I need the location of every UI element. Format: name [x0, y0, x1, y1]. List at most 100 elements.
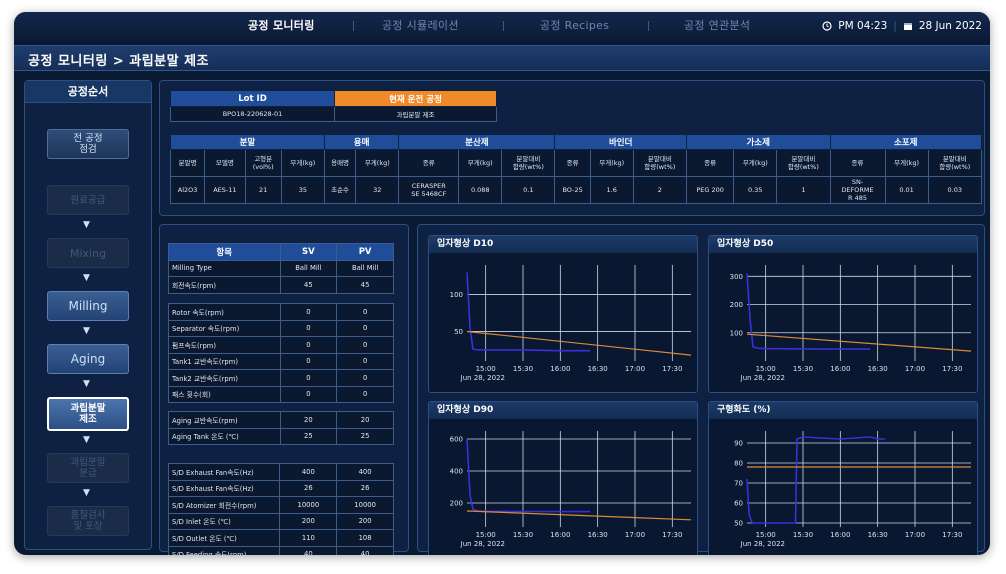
clock-divider: |	[893, 20, 897, 32]
parameter-label: Aging 교반속도(rpm)	[168, 411, 281, 429]
y-tick-label: 400	[450, 468, 463, 476]
material-group-header: 분산제	[398, 134, 556, 150]
material-column-header: 용매명	[323, 149, 357, 177]
material-column-header: 분말명	[169, 149, 206, 177]
parameter-table: S/D Exhaust Fan속도(Hz) 400 400 S/D Exhaust F…	[167, 463, 394, 555]
parameter-row: S/D Exhaust Fan속도(Hz) 400 400	[167, 463, 394, 481]
x-tick-label: 17:00	[625, 531, 645, 539]
x-tick-label: 15:00	[476, 365, 496, 373]
material-column-header: 무게(kg)	[355, 149, 400, 177]
step-mixing[interactable]: Mixing	[47, 238, 129, 268]
step-granule-production[interactable]: 과립분말 제조	[47, 397, 129, 431]
y-tick-label: 60	[734, 500, 743, 508]
parameter-table: 항목 SV PV Milling Type Ball Mill Ball Mill 회전속도…	[168, 243, 394, 294]
parameter-row: Aging Tank 온도 (℃) 25 25	[168, 427, 394, 445]
material-column-header: 종류	[398, 149, 460, 177]
parameter-pv: 400	[336, 463, 394, 481]
step-arrow: ▼	[83, 379, 90, 389]
tab-analysis[interactable]: 공정 연관분석	[684, 12, 750, 40]
parameter-pv: 40	[336, 545, 394, 555]
nav-divider	[648, 21, 649, 31]
material-group-header: 용매	[323, 134, 400, 150]
x-tick-label: 17:30	[662, 531, 682, 539]
parameter-row: Tank2 교반속도(rpm) 0 0	[168, 369, 394, 387]
chart-title: 입자형상 D50	[709, 236, 977, 253]
parameter-sv: 40	[279, 545, 338, 555]
material-column-header: 분말대비 함량(wt%)	[776, 149, 831, 177]
y-tick-label: 100	[730, 329, 743, 337]
parameter-pv: 0	[336, 352, 394, 370]
step-milling[interactable]: Milling	[47, 291, 129, 321]
material-column-header: 종류	[829, 149, 886, 177]
parameter-row: Separator 속도(rpm) 0 0	[168, 319, 394, 337]
parameter-label: 패스 횟수(회)	[168, 385, 281, 403]
parameter-pv: Ball Mill	[336, 259, 394, 277]
parameter-row: Tank1 교반속도(rpm) 0 0	[168, 352, 394, 370]
chart-d90: 입자형상 D90 15:00 15:30 16:00 16:30 17:00 17:30 2…	[428, 401, 698, 555]
parameter-label: S/D Atomizer 회전수(rpm)	[167, 496, 281, 514]
chart-d50-plot: 15:00 15:30 16:00 16:30 17:00 17:30 100 200 300 J…	[730, 265, 972, 382]
material-value-cell: PEG 200	[685, 176, 735, 204]
material-value-cell: 1.6	[589, 176, 634, 204]
current-process-header: 현재 운전 공정	[334, 90, 497, 107]
tab-monitoring[interactable]: 공정 모니터링	[248, 12, 315, 40]
x-tick-label: 16:30	[868, 365, 888, 373]
x-tick-label: 16:00	[550, 531, 570, 539]
parameter-header: 항목	[168, 243, 281, 261]
parameter-pv: 0	[336, 336, 394, 354]
time-text: PM 04:23	[838, 20, 888, 32]
material-group-header: 분말	[170, 134, 325, 150]
material-column-header: 고형분 (vol%)	[244, 149, 282, 177]
step-arrow: ▼	[83, 273, 90, 283]
parameter-label: Milling Type	[168, 259, 281, 277]
material-column-header: 모델명	[204, 149, 246, 177]
x-tick-label: 16:30	[868, 531, 888, 539]
y-tick-label: 50	[734, 520, 743, 528]
step-arrow: ▼	[83, 326, 90, 336]
chart-d90-plot: 15:00 15:30 16:00 16:30 17:00 17:30 200 400 600 J…	[450, 431, 692, 548]
step-arrow: ▼	[83, 220, 90, 230]
x-tick-label: 15:30	[793, 365, 813, 373]
material-column-header: 분말대비 함량(wt%)	[632, 149, 687, 177]
parameter-row: S/D Inlet 온도 (℃) 200 200	[167, 512, 394, 530]
materials-table: 분말 용매 분산제 바인더 가소제 소포제 분말명 모델명 고형분 (vol%) 무게(kg) 용…	[169, 134, 983, 204]
parameter-sv: 25	[279, 427, 338, 445]
y-tick-label: 200	[730, 301, 743, 309]
step-inspection-packaging[interactable]: 품질검사 및 포장	[47, 506, 129, 536]
parameter-pv: 26	[336, 479, 394, 497]
x-tick-label: 17:30	[942, 531, 962, 539]
material-value-cell: 0.1	[501, 176, 556, 204]
x-tick-label: 17:30	[942, 365, 962, 373]
parameter-table: Rotor 속도(rpm) 0 0 Separator 속도(rpm) 0 0 펌프속도(r…	[168, 303, 394, 403]
parameter-label: 펌프속도(rpm)	[168, 336, 281, 354]
chart-d10-plot: 15:00 15:30 16:00 16:30 17:00 17:30 50 100 Jun 2…	[450, 265, 692, 382]
y-tick-label: 70	[734, 480, 743, 488]
x-tick-label: 16:00	[830, 365, 850, 373]
page-title: 공정 모니터링 > 과립분말 제조	[28, 54, 210, 69]
step-raw-material[interactable]: 원료공급	[47, 185, 129, 215]
tab-recipes[interactable]: 공정 Recipes	[540, 12, 609, 40]
tab-simulation[interactable]: 공정 시뮬레이션	[382, 12, 459, 40]
parameter-row: Aging 교반속도(rpm) 20 20	[168, 411, 394, 429]
current-process-value: 과립분말 제조	[334, 106, 497, 122]
parameter-label: S/D Outlet 온도 (℃)	[167, 529, 281, 547]
parameter-sv: 0	[279, 352, 338, 370]
parameter-sv: 0	[279, 385, 338, 403]
parameter-sv: 45	[279, 276, 338, 294]
step-arrow: ▼	[83, 435, 90, 445]
material-value-cell: CERASPER SE 5468CF	[398, 176, 460, 204]
step-precheck[interactable]: 전 공정 점검	[47, 129, 129, 159]
parameter-row: 패스 횟수(회) 0 0	[168, 385, 394, 403]
lot-id-value: BPO18-220628-01	[170, 106, 335, 122]
step-granule-classification[interactable]: 과립분말 분급	[47, 453, 129, 483]
parameter-sv: 0	[279, 303, 338, 321]
parameter-pv: 25	[336, 427, 394, 445]
parameter-pv: 10000	[336, 496, 394, 514]
lot-info-panel: Lot ID 현재 운전 공정 BPO18-220628-01 과립분말 제조 …	[159, 80, 985, 216]
parameter-label: Separator 속도(rpm)	[168, 319, 281, 337]
material-value-cell: Al2O3	[169, 176, 206, 204]
x-tick-label: 17:00	[905, 531, 925, 539]
parameter-sv: 110	[279, 529, 338, 547]
material-value-cell: SN- DEFORME R 485	[829, 176, 886, 204]
step-aging[interactable]: Aging	[47, 344, 129, 374]
